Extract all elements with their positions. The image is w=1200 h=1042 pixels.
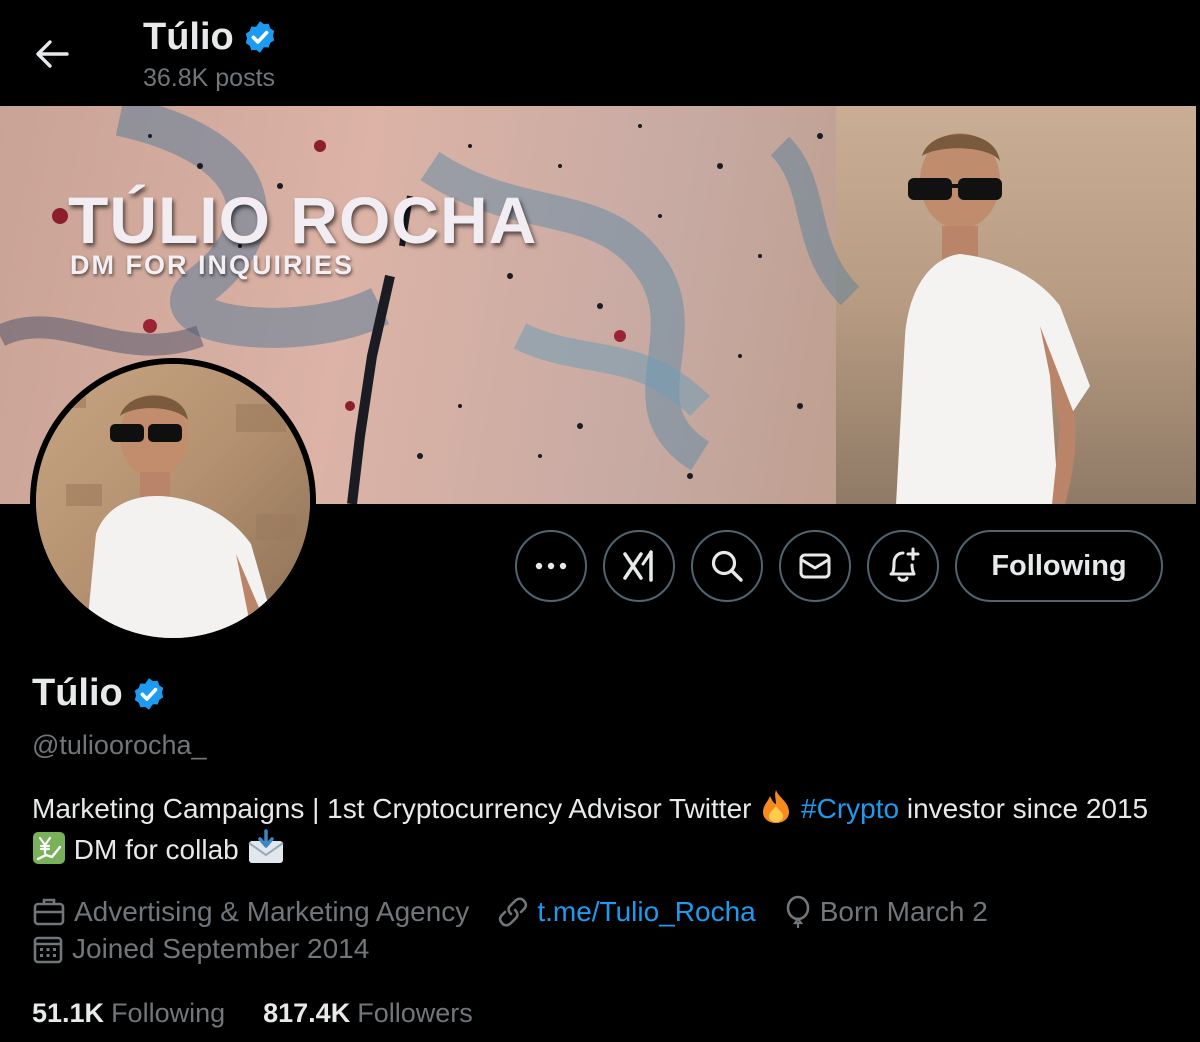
arrow-left-icon: [36, 40, 69, 68]
banner-title: TÚLIO ROCHA: [68, 183, 538, 257]
banner-subtitle: DM FOR INQUIRIES: [70, 250, 355, 280]
meta-link: t.me/Tulio_Rocha: [497, 896, 756, 928]
following-button[interactable]: Following: [955, 530, 1163, 602]
profile-website-link[interactable]: t.me/Tulio_Rocha: [537, 896, 755, 928]
meta-birthday: Born March 2: [784, 895, 988, 929]
profile-bio: Marketing Campaigns | 1st Cryptocurrency…: [32, 788, 1162, 870]
back-button[interactable]: [26, 32, 78, 76]
following-label: Following: [111, 998, 226, 1028]
verified-badge-icon: [245, 21, 275, 53]
calendar-icon: [33, 936, 63, 964]
avatar[interactable]: [30, 358, 316, 644]
grok-icon: [623, 550, 653, 582]
profile-meta-row-1: Advertising & Marketing Agency t.me/Tuli…: [32, 895, 1016, 929]
following-count-link[interactable]: 51.1K Following: [32, 998, 225, 1029]
search-icon: [711, 550, 743, 582]
following-count: 51.1K: [32, 998, 105, 1028]
header-title: Túlio: [143, 14, 278, 60]
briefcase-icon: [33, 898, 65, 926]
mail-icon: [799, 553, 831, 579]
grok-button[interactable]: [603, 530, 675, 602]
bio-text-1: Marketing Campaigns | 1st Cryptocurrency…: [32, 793, 760, 824]
balloon-icon: [786, 895, 810, 928]
meta-joined: Joined September 2014: [32, 933, 369, 965]
chart-yen-emoji-icon: [33, 832, 65, 864]
banner-person: [896, 133, 1090, 504]
avatar-photo: [36, 364, 310, 638]
fire-emoji-icon: [763, 790, 790, 823]
top-header: Túlio 36.8K posts: [0, 0, 1196, 106]
header-name: Túlio: [143, 16, 234, 58]
meta-category: Advertising & Marketing Agency: [32, 896, 469, 928]
more-options-button[interactable]: [515, 530, 587, 602]
profile-name-row: Túlio: [32, 672, 167, 715]
meta-category-text: Advertising & Marketing Agency: [74, 896, 470, 927]
followers-count: 817.4K: [263, 998, 351, 1028]
header-title-block: Túlio 36.8K posts: [143, 14, 278, 93]
followers-count-link[interactable]: 817.4K Followers: [263, 998, 473, 1029]
profile-name: Túlio: [32, 672, 123, 714]
bio-space: [793, 793, 801, 824]
more-horizontal-icon: [535, 562, 567, 570]
verified-badge-icon[interactable]: [131, 676, 167, 712]
bio-hashtag-link[interactable]: #Crypto: [801, 793, 899, 824]
bio-text-3: DM for collab: [66, 834, 247, 865]
meta-birthday-text: Born March 2: [819, 896, 988, 927]
message-button[interactable]: [779, 530, 851, 602]
profile-page: Túlio 36.8K posts TÚLIO ROCHA DM FOR INQ…: [0, 0, 1200, 1042]
search-profile-button[interactable]: [691, 530, 763, 602]
profile-handle: @tulioorocha_: [32, 730, 207, 760]
bio-text-2: investor since 2015: [899, 793, 1149, 824]
followers-label: Followers: [357, 998, 473, 1028]
notifications-button[interactable]: [867, 530, 939, 602]
meta-joined-text: Joined September 2014: [72, 933, 370, 964]
envelope-arrow-emoji-icon: [247, 829, 284, 863]
bell-plus-icon: [889, 547, 920, 582]
posts-count: 36.8K posts: [143, 64, 276, 92]
profile-meta-row-2: Joined September 2014: [32, 933, 397, 965]
profile-stats: 51.1K Following 817.4K Followers: [32, 998, 473, 1029]
link-icon: [499, 897, 528, 927]
